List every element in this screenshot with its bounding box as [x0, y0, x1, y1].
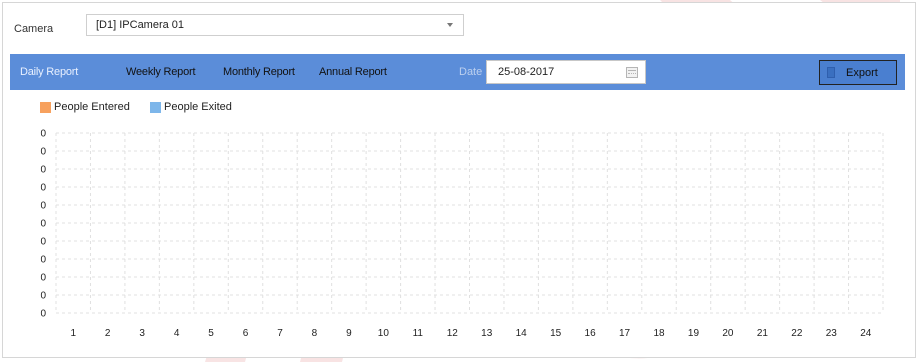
x-tick-label: 7: [277, 328, 283, 339]
y-tick-label: 0: [40, 237, 46, 248]
y-tick-label: 0: [40, 165, 46, 176]
x-tick-label: 12: [447, 328, 459, 339]
y-tick-label: 0: [40, 201, 46, 212]
y-tick-label: 0: [40, 255, 46, 266]
hourly-people-chart: 000000000001 2 3 4 5 6 7 8 9 10 11 12 13 14 15 16 17 18 19…: [40, 129, 884, 339]
x-tick-label: 2: [105, 328, 111, 339]
x-tick-label: 17: [619, 328, 631, 339]
y-tick-label: 0: [40, 309, 46, 320]
x-tick-label: 24: [860, 328, 872, 339]
x-tick-label: 5: [208, 328, 214, 339]
x-tick-label: 16: [585, 328, 597, 339]
x-tick-label: 3: [139, 328, 145, 339]
x-tick-label: 6: [243, 328, 249, 339]
x-tick-label: 8: [312, 328, 318, 339]
x-tick-label: 13: [481, 328, 493, 339]
x-tick-label: 14: [516, 328, 528, 339]
x-tick-label: 19: [688, 328, 700, 339]
x-tick-label: 4: [174, 328, 180, 339]
y-tick-label: 0: [40, 273, 46, 284]
y-tick-label: 0: [40, 129, 46, 140]
y-tick-label: 0: [40, 183, 46, 194]
x-tick-label: 22: [791, 328, 803, 339]
x-tick-label: 20: [722, 328, 734, 339]
y-tick-label: 0: [40, 147, 46, 158]
x-tick-label: 9: [346, 328, 352, 339]
x-tick-label: 1: [70, 328, 76, 339]
y-tick-label: 0: [40, 291, 46, 302]
x-tick-label: 23: [826, 328, 838, 339]
x-tick-label: 21: [757, 328, 769, 339]
y-tick-label: 0: [40, 219, 46, 230]
x-tick-label: 11: [413, 328, 424, 339]
x-tick-label: 18: [653, 328, 665, 339]
x-tick-label: 15: [550, 328, 562, 339]
x-tick-label: 10: [378, 328, 390, 339]
